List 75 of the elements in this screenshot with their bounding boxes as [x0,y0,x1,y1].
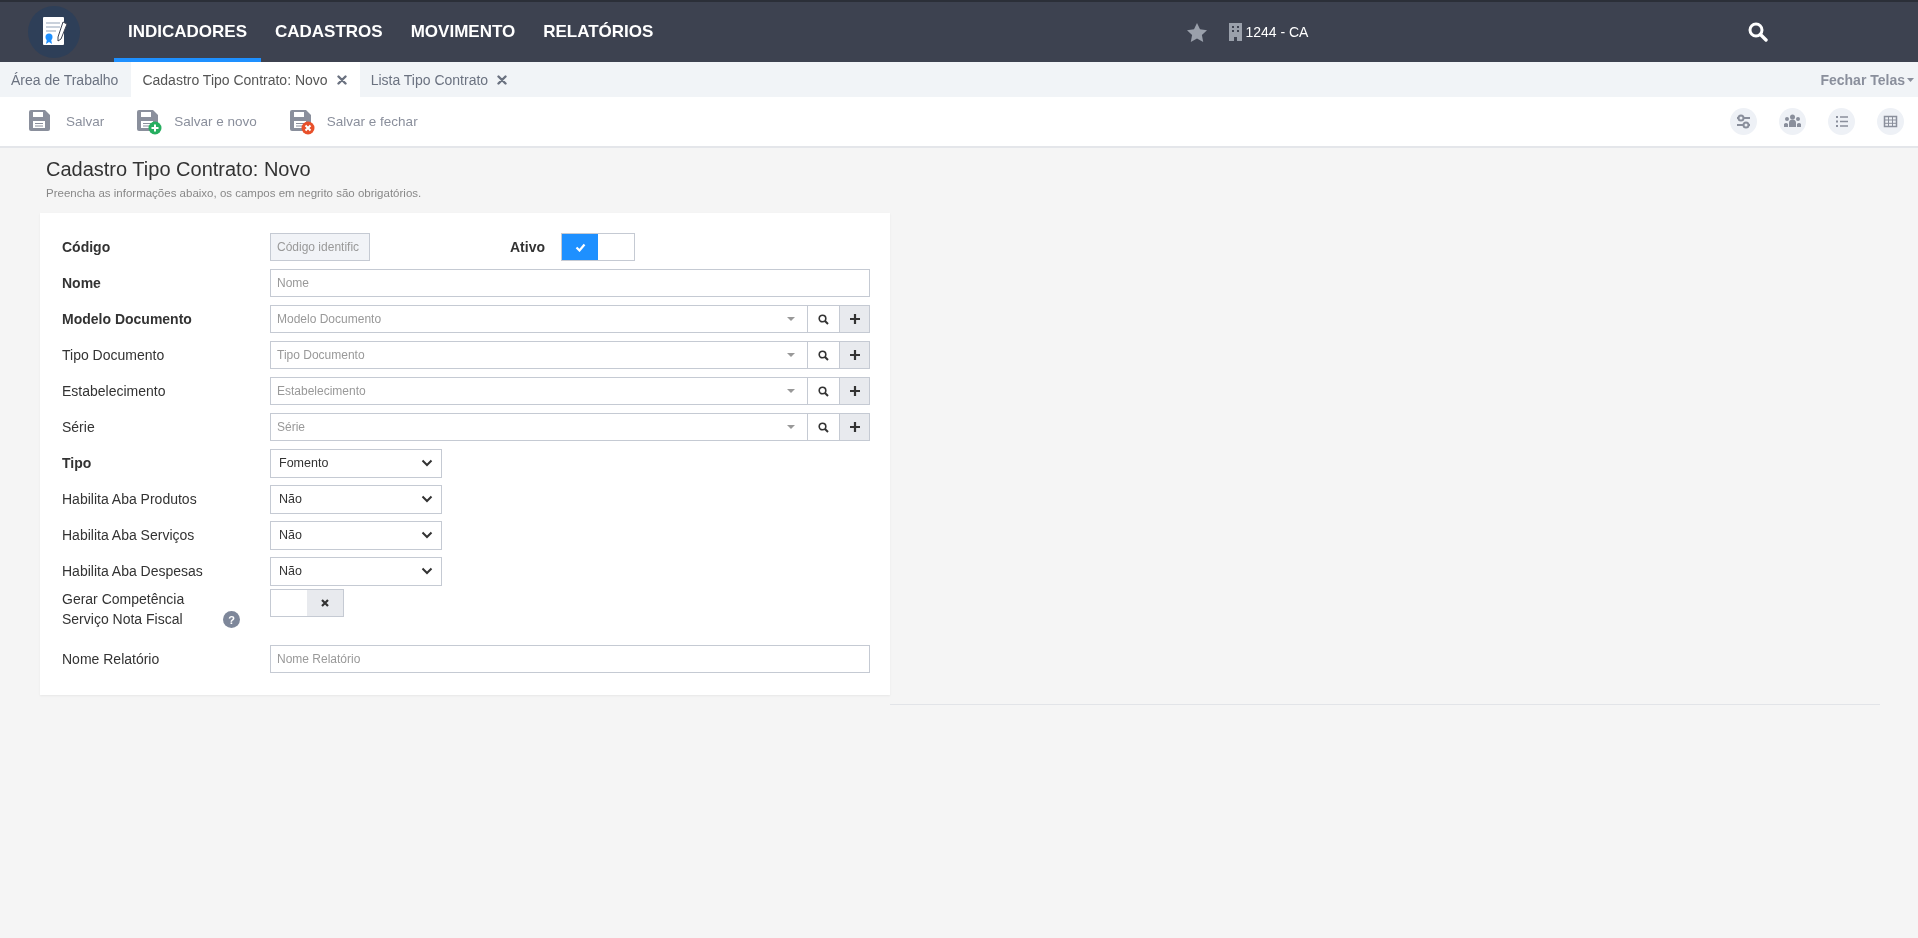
x-icon [321,599,329,607]
select-field[interactable]: Não [270,520,442,550]
search-button[interactable] [808,413,840,441]
list-icon[interactable] [1828,108,1855,135]
select-field[interactable]: Não [270,484,442,514]
lookup-field[interactable]: Estabelecimento [270,377,808,405]
floppy-disk-x-icon [288,108,315,135]
chevron-down-icon [421,531,433,539]
search-icon [818,385,829,397]
search-button[interactable] [808,377,840,405]
lookup-field[interactable]: Tipo Documento [270,341,808,369]
field-label: Tipo Documento [61,347,166,363]
help-icon[interactable]: ? [223,611,240,628]
chevron-down-icon [421,567,433,575]
lookup-field[interactable]: Modelo Documento [270,305,808,333]
floppy-disk-plus-icon [136,108,163,135]
toolbar-button[interactable]: Salvar e fechar [288,108,418,135]
chevron-down-icon [421,495,433,503]
sliders-icon[interactable] [1730,108,1757,135]
add-button[interactable] [840,341,870,369]
field-label: Modelo Documento [61,311,193,327]
toolbar-button[interactable]: Salvar e novo [136,108,257,135]
field-label: Nome [61,275,102,291]
search-icon [818,349,829,361]
plus-icon [849,422,860,432]
close-icon[interactable] [497,74,508,85]
field-label: Código [61,239,112,255]
field-label: Gerar Competência Serviço Nota Fiscal [61,590,186,629]
tab[interactable]: Lista Tipo Contrato [359,62,521,97]
plus-icon [849,386,860,396]
nav-tab[interactable]: MOVIMENTO [396,2,530,62]
tab[interactable]: Área de Trabalho [0,62,132,97]
plus-icon [849,350,860,360]
text-field[interactable]: Nome Relatório [270,645,870,673]
star-icon[interactable] [1187,22,1208,42]
table-icon[interactable] [1877,108,1904,135]
check-icon [574,242,586,252]
close-all-menu[interactable]: Fechar Telas [1820,71,1914,88]
users-icon[interactable] [1779,108,1806,135]
field-label: Série [61,419,96,435]
field-label: Tipo [61,455,93,471]
chevron-down-icon [421,459,433,467]
close-icon[interactable] [336,74,347,85]
tab[interactable]: Cadastro Tipo Contrato: Novo [131,62,360,97]
field-label: Nome Relatório [61,651,161,667]
toggle-switch[interactable] [561,233,635,261]
text-field[interactable]: Nome [270,269,870,297]
search-icon[interactable] [1748,22,1768,42]
field-label: Estabelecimento [61,383,167,399]
toolbar-button[interactable]: Salvar [28,108,105,135]
field-label: Ativo [510,239,545,255]
building-icon [1229,23,1243,41]
add-button[interactable] [840,413,870,441]
lookup-field[interactable]: Série [270,413,808,441]
company-label[interactable]: 1244 - CA [1245,24,1309,40]
field-label: Habilita Aba Serviços [61,527,196,543]
toggle-switch[interactable] [270,589,344,617]
search-button[interactable] [808,341,840,369]
select-field[interactable]: Fomento [270,448,442,478]
search-button[interactable] [808,305,840,333]
field-label: Habilita Aba Produtos [61,491,198,507]
page-subtitle: Preencha as informações abaixo, os campos em negrito são obrigatórios. [46,187,423,199]
code-field[interactable]: Código identific [270,233,370,261]
plus-icon [849,314,860,324]
nav-tab[interactable]: CADASTROS [261,2,397,62]
add-button[interactable] [840,305,870,333]
select-field[interactable]: Não [270,556,442,586]
add-button[interactable] [840,377,870,405]
nav-tab[interactable]: RELATÓRIOS [529,2,668,62]
document-logo-icon[interactable] [28,6,80,58]
page-title: Cadastro Tipo Contrato: Novo [46,158,312,181]
search-icon [818,421,829,433]
caret-icon [1907,77,1914,82]
field-label: Habilita Aba Despesas [61,563,204,579]
search-icon [818,313,829,325]
